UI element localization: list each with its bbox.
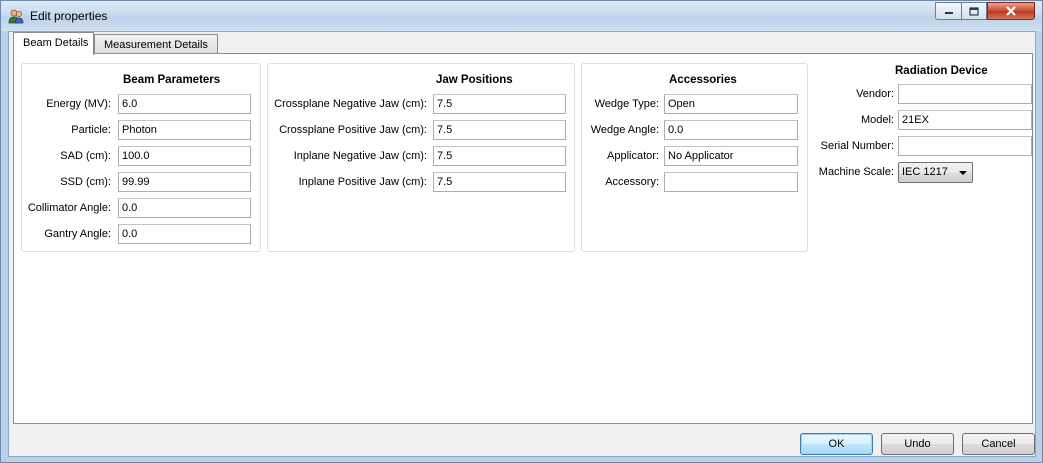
model-label: Model: [860, 114, 894, 126]
serial-number-label: Serial Number: [820, 140, 894, 152]
crossplane-positive-jaw-label: Crossplane Positive Jaw (cm): [279, 124, 427, 136]
undo-button[interactable]: Undo [881, 433, 954, 455]
vendor-field[interactable] [898, 84, 1032, 104]
accessory-label: Accessory: [605, 176, 659, 188]
crossplane-positive-jaw-field[interactable]: 7.5 [433, 120, 566, 140]
title-bar[interactable]: Edit properties [1, 1, 1042, 31]
gantry-angle-label: Gantry Angle: [44, 228, 111, 240]
wedge-angle-field[interactable]: 0.0 [664, 120, 798, 140]
beam-details-panel: Beam Parameters Energy (MV): 6.0 Particl… [13, 53, 1033, 424]
window-title: Edit properties [30, 9, 108, 23]
ssd-field[interactable]: 99.99 [118, 172, 251, 192]
serial-number-field[interactable] [898, 136, 1032, 156]
inplane-positive-jaw-field[interactable]: 7.5 [433, 172, 566, 192]
sad-field[interactable]: 100.0 [118, 146, 251, 166]
inplane-negative-jaw-field[interactable]: 7.5 [433, 146, 566, 166]
crossplane-negative-jaw-field[interactable]: 7.5 [433, 94, 566, 114]
wedge-type-label: Wedge Type: [594, 98, 659, 110]
edit-properties-window: Edit properties Beam Details Measurement… [0, 0, 1043, 463]
collimator-angle-label: Collimator Angle: [27, 202, 111, 214]
close-button[interactable] [987, 2, 1035, 20]
ok-button[interactable]: OK [800, 433, 873, 455]
wedge-type-field[interactable]: Open [664, 94, 798, 114]
accessories-group: Accessories Wedge Type: Open Wedge Angle… [581, 63, 808, 252]
particle-field[interactable]: Photon [118, 120, 251, 140]
minimize-button[interactable] [935, 2, 961, 20]
beam-parameters-title: Beam Parameters [123, 74, 221, 86]
energy-label: Energy (MV): [46, 98, 111, 110]
crossplane-negative-jaw-label: Crossplane Negative Jaw (cm): [274, 98, 427, 110]
applicator-field[interactable]: No Applicator [664, 146, 798, 166]
chevron-down-icon [959, 171, 967, 175]
close-icon [1006, 6, 1016, 16]
accessory-field[interactable] [664, 172, 798, 192]
radiation-device-section: Radiation Device Vendor: Model: 21EX Ser… [811, 54, 1032, 194]
maximize-button[interactable] [961, 2, 987, 20]
maximize-icon [969, 6, 979, 16]
radiation-device-title: Radiation Device [895, 65, 988, 77]
beam-parameters-group: Beam Parameters Energy (MV): 6.0 Particl… [21, 63, 261, 252]
vendor-label: Vendor: [856, 88, 894, 100]
energy-field[interactable]: 6.0 [118, 94, 251, 114]
sad-label: SAD (cm): [60, 150, 111, 162]
ssd-label: SSD (cm): [60, 176, 111, 188]
tab-beam-details[interactable]: Beam Details [13, 32, 94, 55]
jaw-positions-title: Jaw Positions [436, 74, 513, 86]
machine-scale-label: Machine Scale: [818, 166, 894, 178]
minimize-icon [944, 12, 953, 14]
applicator-label: Applicator: [607, 150, 659, 162]
dialog-body: Beam Details Measurement Details Beam Pa… [8, 31, 1036, 457]
collimator-angle-field[interactable]: 0.0 [118, 198, 251, 218]
jaw-positions-group: Jaw Positions Crossplane Negative Jaw (c… [267, 63, 575, 252]
users-icon [8, 9, 24, 24]
machine-scale-value: IEC 1217 [902, 166, 948, 178]
wedge-angle-label: Wedge Angle: [590, 124, 659, 136]
tab-measurement-details[interactable]: Measurement Details [94, 34, 218, 54]
inplane-negative-jaw-label: Inplane Negative Jaw (cm): [293, 150, 427, 162]
model-field[interactable]: 21EX [898, 110, 1032, 130]
machine-scale-select[interactable]: IEC 1217 [898, 162, 973, 183]
accessories-title: Accessories [669, 74, 737, 86]
particle-label: Particle: [71, 124, 111, 136]
inplane-positive-jaw-label: Inplane Positive Jaw (cm): [298, 176, 427, 188]
gantry-angle-field[interactable]: 0.0 [118, 224, 251, 244]
cancel-button[interactable]: Cancel [962, 433, 1035, 455]
